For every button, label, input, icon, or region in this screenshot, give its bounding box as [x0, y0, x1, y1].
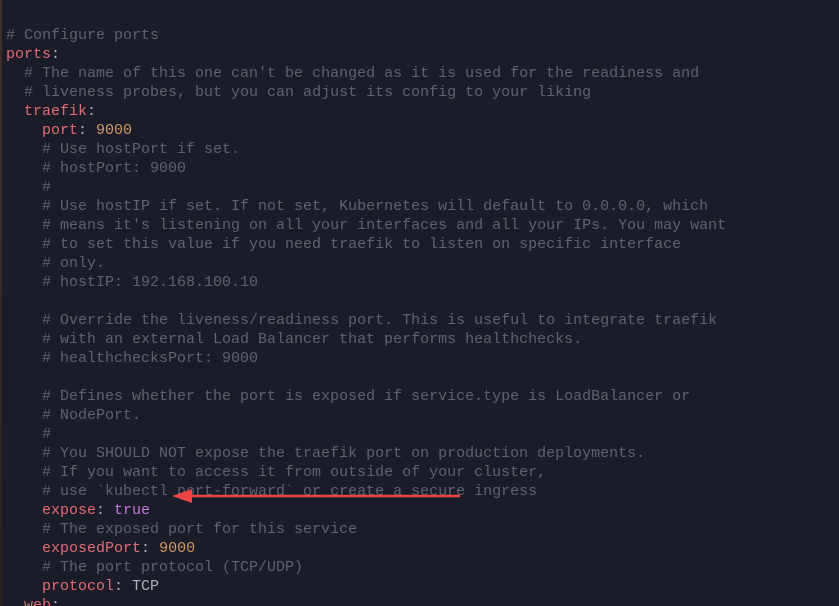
- code-token: # liveness probes, but you can adjust it…: [24, 84, 591, 101]
- code-token: 9000: [96, 122, 132, 139]
- code-token: # hostPort: 9000: [42, 160, 186, 177]
- code-token: # The exposed port for this service: [42, 521, 357, 538]
- code-token: # with an external Load Balancer that pe…: [42, 331, 582, 348]
- code-token: ports: [6, 46, 51, 63]
- code-token: TCP: [123, 578, 159, 595]
- code-token: :: [96, 502, 114, 519]
- code-token: # Configure ports: [6, 27, 159, 44]
- code-token: :: [141, 540, 159, 557]
- code-token: # Use hostPort if set.: [42, 141, 240, 158]
- code-token: # means it's listening on all your inter…: [42, 217, 726, 234]
- code-token: # Use hostIP if set. If not set, Kuberne…: [42, 198, 708, 215]
- code-token: # to set this value if you need traefik …: [42, 236, 681, 253]
- code-token: true: [114, 502, 150, 519]
- code-token: :: [78, 122, 96, 139]
- code-token: :: [114, 578, 123, 595]
- code-token: # healthchecksPort: 9000: [42, 350, 258, 367]
- code-token: exposedPort: [42, 540, 141, 557]
- editor-left-border: [0, 0, 2, 606]
- code-token: # If you want to access it from outside …: [42, 464, 546, 481]
- code-token: # The name of this one can't be changed …: [24, 65, 699, 82]
- code-token: :: [51, 597, 60, 606]
- code-token: # The port protocol (TCP/UDP): [42, 559, 303, 576]
- code-token: # only.: [42, 255, 105, 272]
- code-token: # use `kubectl port-forward` or create a…: [42, 483, 537, 500]
- code-token: :: [87, 103, 96, 120]
- code-token: web: [24, 597, 51, 606]
- code-token: traefik: [24, 103, 87, 120]
- code-token: # Defines whether the port is exposed if…: [42, 388, 690, 405]
- code-token: # Override the liveness/readiness port. …: [42, 312, 717, 329]
- code-token: #: [42, 179, 51, 196]
- code-token: # hostIP: 192.168.100.10: [42, 274, 258, 291]
- code-token: # You SHOULD NOT expose the traefik port…: [42, 445, 645, 462]
- code-token: port: [42, 122, 78, 139]
- code-token: 9000: [159, 540, 195, 557]
- code-token: # NodePort.: [42, 407, 141, 424]
- code-token: protocol: [42, 578, 114, 595]
- code-token: expose: [42, 502, 96, 519]
- code-block: # Configure ports ports: # The name of t…: [6, 26, 726, 606]
- code-token: #: [42, 426, 51, 443]
- code-token: :: [51, 46, 60, 63]
